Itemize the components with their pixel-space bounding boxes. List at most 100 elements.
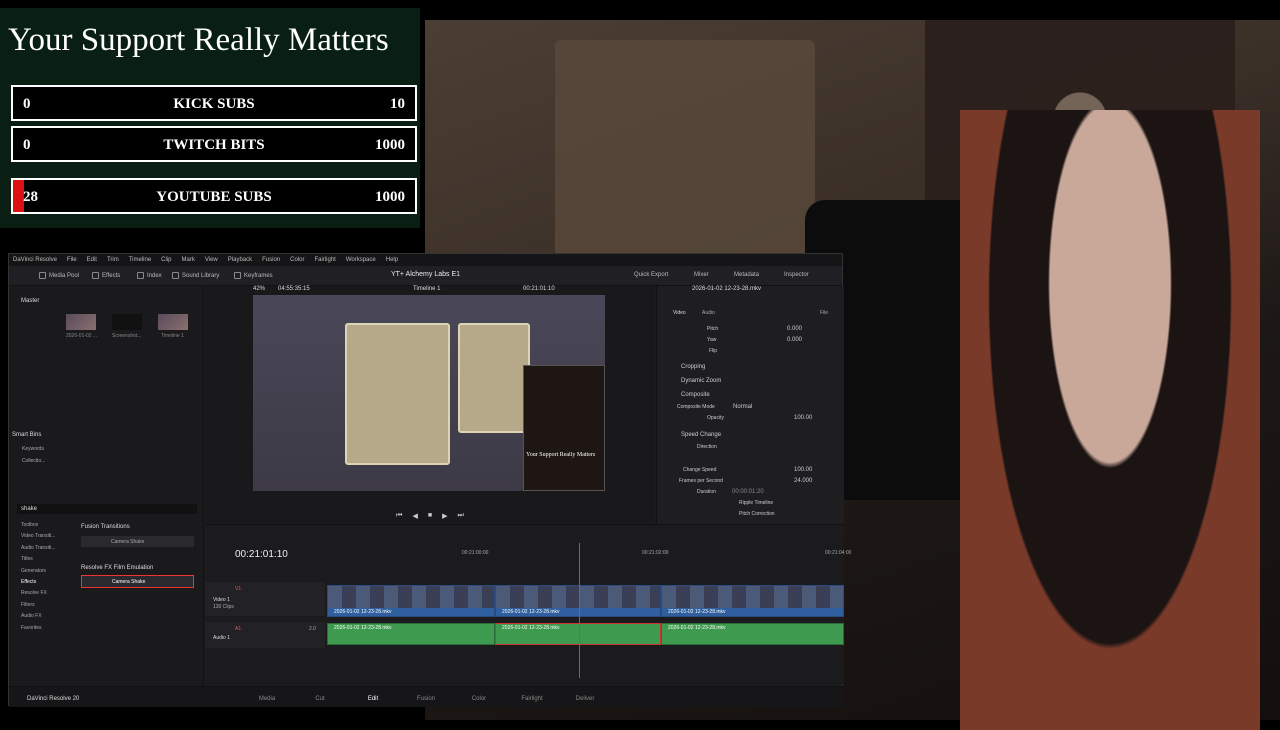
menu-item[interactable]: Clip <box>161 257 171 263</box>
toolbox-item[interactable]: Titles <box>21 554 81 565</box>
menu-item[interactable]: DaVinci Resolve <box>13 257 57 263</box>
menu-item[interactable]: View <box>205 257 218 263</box>
video-clip[interactable]: 2026-01-02 12-23-28.mkv <box>327 585 495 617</box>
menu-item[interactable]: Color <box>290 257 304 263</box>
opacity-value[interactable]: 100.00 <box>794 415 812 421</box>
page-fusion[interactable]: Fusion <box>406 696 446 702</box>
track-header-v1: V1 Video 1 130 Clips <box>205 582 325 616</box>
toolbox-item[interactable]: Audio FX <box>21 611 81 622</box>
project-title: YT+ Alchemy Labs E1 <box>390 271 461 278</box>
media-name: 2026-01-02 ... <box>66 333 98 339</box>
ruler-tick: 00:21:02:00 <box>642 550 669 556</box>
effects-search-input[interactable]: shake <box>17 504 197 514</box>
viewer-goals-title: Your Support Really Matters <box>526 452 596 458</box>
viewer: 42% 04:55:35:15 Timeline 1 00:21:01:10 Y… <box>205 286 655 536</box>
keywords-bin[interactable]: Keywords <box>22 446 44 452</box>
goal-label: TWITCH BITS <box>163 137 265 153</box>
viewer-webcam-overlay: Your Support Really Matters <box>523 365 605 491</box>
menu-item[interactable]: Playback <box>228 257 252 263</box>
play-icon[interactable]: ▶ <box>442 512 447 522</box>
goal-youtube-subs: 28 YOUTUBE SUBS 1000 <box>11 178 417 214</box>
menu-bar: DaVinci Resolve File Edit Trim Timeline … <box>9 254 842 266</box>
change-speed-value[interactable]: 100.00 <box>794 467 812 473</box>
audio-clip[interactable]: 2026-01-02 12-23-28.mkv <box>495 623 661 645</box>
metadata-button[interactable]: Metadata <box>734 272 759 278</box>
timeline-selector[interactable]: Timeline 1 <box>413 286 440 292</box>
audio-clip[interactable]: 2026-01-02 12-23-28.mkv <box>327 623 495 645</box>
menu-item[interactable]: Fairlight <box>314 257 335 263</box>
page-color[interactable]: Color <box>459 696 499 702</box>
collections-bin[interactable]: Collectio... <box>22 458 45 464</box>
media-thumb[interactable] <box>158 314 188 330</box>
ruler-tick: 00:21:00:00 <box>462 550 489 556</box>
menu-item[interactable]: Help <box>386 257 398 263</box>
menu-item[interactable]: Workspace <box>346 257 376 263</box>
pitch-correction-checkbox[interactable]: Pitch Correction <box>739 511 775 517</box>
opacity-label: Opacity <box>707 415 724 421</box>
stop-icon[interactable]: ■ <box>428 512 432 522</box>
video-clip[interactable]: 2026-01-02 12-23-28.mkv <box>495 585 661 617</box>
media-thumb[interactable] <box>66 314 96 330</box>
track-header-a1: A1 Audio 1 2.0 <box>205 622 325 648</box>
inspector-button[interactable]: Inspector <box>784 272 809 278</box>
quick-export-button[interactable]: Quick Export <box>634 272 668 278</box>
menu-item[interactable]: File <box>67 257 77 263</box>
pitch-label: Pitch <box>707 326 719 332</box>
page-edit[interactable]: Edit <box>353 696 393 702</box>
section-dynamic-zoom[interactable]: Dynamic Zoom <box>681 378 721 384</box>
toolbox-item[interactable]: Favorites <box>21 623 81 634</box>
menu-item[interactable]: Mark <box>182 257 195 263</box>
reverse-icon[interactable]: ◀ <box>412 512 417 522</box>
flip-label: Flip <box>709 348 718 354</box>
menu-item[interactable]: Trim <box>107 257 119 263</box>
inspector-tab-audio[interactable]: Audio <box>702 310 715 316</box>
menu-item[interactable]: Timeline <box>129 257 151 263</box>
page-tabs: DaVinci Resolve 20 Media Cut Edit Fusion… <box>9 686 844 707</box>
page-media[interactable]: Media <box>247 696 287 702</box>
menu-item[interactable]: Edit <box>87 257 97 263</box>
toolbox-item[interactable]: Generators <box>21 566 81 577</box>
fps-value[interactable]: 24.000 <box>794 478 812 484</box>
toolbox-item[interactable]: Audio Transiti... <box>21 543 81 554</box>
page-deliver[interactable]: Deliver <box>565 696 605 702</box>
jump-end-icon[interactable]: ⏭ <box>458 512 464 522</box>
track-id[interactable]: V1 <box>235 586 241 592</box>
toolbox-item[interactable]: Resolve FX <box>21 588 81 599</box>
toolbox-item[interactable]: Filters <box>21 600 81 611</box>
fx-section-title: Fusion Transitions <box>81 524 130 530</box>
pitch-value[interactable]: 0.000 <box>787 326 802 332</box>
game-panel <box>345 323 450 465</box>
menu-item[interactable]: Fusion <box>262 257 280 263</box>
composite-mode-select[interactable]: Normal <box>733 404 752 410</box>
zoom-level[interactable]: 42% <box>253 286 265 292</box>
section-speed-change[interactable]: Speed Change <box>681 432 721 438</box>
media-thumb[interactable] <box>112 314 142 330</box>
track-clip-count: 130 Clips <box>213 604 234 610</box>
media-name: Timeline 1 <box>161 333 184 339</box>
section-cropping[interactable]: Cropping <box>681 364 705 370</box>
toolbox-item[interactable]: Video Transiti... <box>21 531 81 542</box>
mixer-button[interactable]: Mixer <box>694 272 709 278</box>
video-clip[interactable]: 2026-01-02 12-23-28.mkv <box>661 585 844 617</box>
inspector-tab-file[interactable]: File <box>820 310 828 316</box>
toolbox-item[interactable]: Toolbox <box>21 520 81 531</box>
fx-item-camera-shake[interactable]: Camera Shake <box>81 536 194 547</box>
goals-title: Your Support Really Matters <box>8 22 389 58</box>
fx-item-camera-shake-selected[interactable]: Camera Shake <box>81 575 194 588</box>
playhead[interactable] <box>579 543 580 678</box>
smart-bins: Smart Bins <box>12 432 42 438</box>
track-level: 2.0 <box>309 626 316 632</box>
ripple-timeline-checkbox[interactable]: Ripple Timeline <box>739 500 773 506</box>
page-fairlight[interactable]: Fairlight <box>512 696 552 702</box>
master-bin[interactable]: Master <box>21 298 39 304</box>
toolbox-item-active[interactable]: Effects <box>21 577 81 588</box>
track-id[interactable]: A1 <box>235 626 241 632</box>
yaw-value[interactable]: 0.000 <box>787 337 802 343</box>
audio-clip[interactable]: 2026-01-02 12-23-28.mkv <box>661 623 844 645</box>
media-name: Screenshot... <box>112 333 142 339</box>
section-composite[interactable]: Composite <box>681 392 710 398</box>
jump-start-icon[interactable]: ⏮ <box>396 512 402 522</box>
page-cut[interactable]: Cut <box>300 696 340 702</box>
inspector-tab-video[interactable]: Video <box>673 310 686 316</box>
streamer <box>960 110 1260 730</box>
